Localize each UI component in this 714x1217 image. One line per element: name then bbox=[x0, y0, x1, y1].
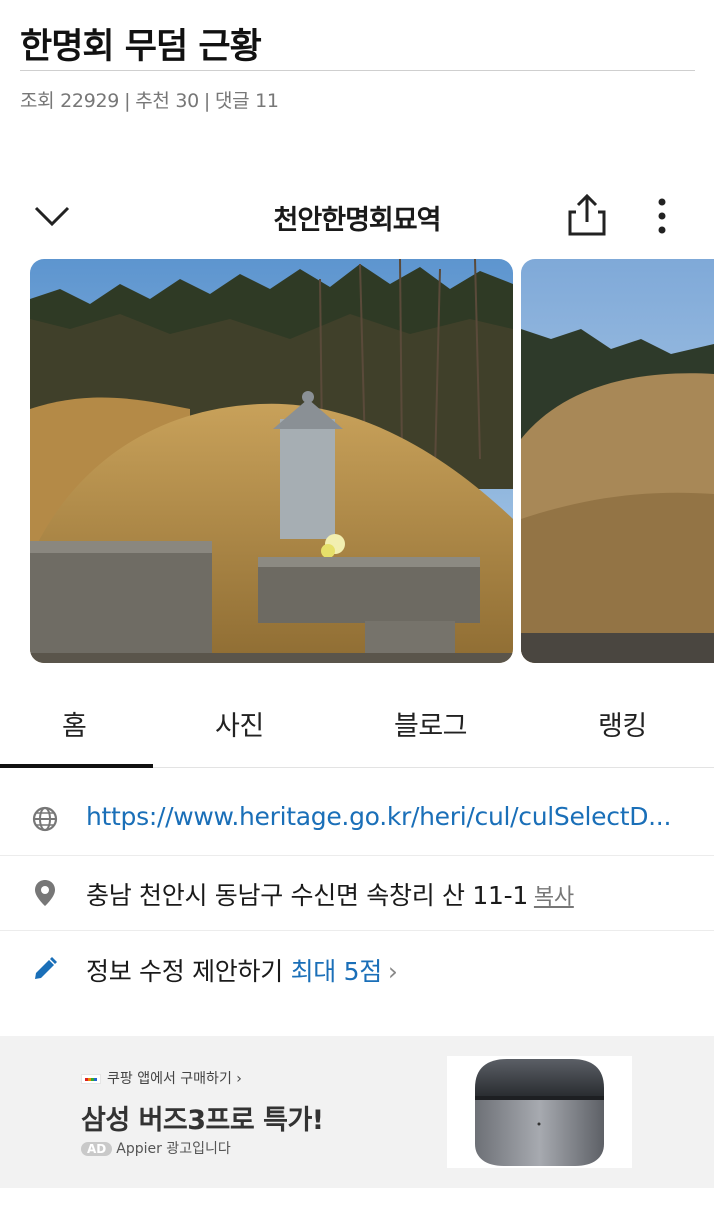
location-pin-icon bbox=[35, 880, 55, 906]
place-tabs: 홈 사진 블로그 랭킹 bbox=[0, 690, 714, 768]
ad-source[interactable]: 쿠팡 앱에서 구매하기 › bbox=[81, 1068, 242, 1088]
chevron-right-icon: › bbox=[387, 957, 398, 986]
info-row-website[interactable]: https://www.heritage.go.kr/heri/cul/culS… bbox=[0, 782, 714, 858]
website-link[interactable]: https://www.heritage.go.kr/heri/cul/culS… bbox=[86, 802, 671, 831]
meta-separator: | bbox=[124, 90, 131, 112]
share-icon[interactable] bbox=[566, 192, 608, 238]
pencil-icon bbox=[35, 957, 57, 979]
views-label: 조회 bbox=[20, 90, 55, 112]
divider bbox=[0, 930, 714, 931]
globe-icon bbox=[32, 806, 58, 832]
ad-source-text: 쿠팡 앱에서 구매하기 › bbox=[107, 1071, 242, 1087]
comments-label: 댓글 bbox=[215, 90, 250, 112]
post-meta: 조회 22929 | 추천 30 | 댓글 11 bbox=[20, 86, 279, 113]
place-header: 천안한명회묘역 bbox=[0, 188, 714, 244]
tomb-photo-secondary-image bbox=[521, 259, 714, 663]
more-vertical-icon[interactable] bbox=[648, 196, 676, 236]
ad-disclosure: AD Appier 광고입니다 bbox=[81, 1138, 231, 1158]
views-count: 22929 bbox=[60, 90, 120, 112]
likes-count: 30 bbox=[175, 90, 199, 112]
coupang-logo-icon bbox=[81, 1074, 101, 1084]
ad-banner[interactable]: 쿠팡 앱에서 구매하기 › 삼성 버즈3프로 특가! AD Appier 광고입니… bbox=[0, 1036, 714, 1188]
active-tab-indicator bbox=[0, 764, 153, 768]
ad-headline[interactable]: 삼성 버즈3프로 특가! bbox=[81, 1098, 324, 1137]
tomb-photo-secondary[interactable] bbox=[521, 259, 714, 663]
ad-product-image[interactable] bbox=[447, 1056, 632, 1168]
likes-label: 추천 bbox=[135, 90, 170, 112]
tab-photos[interactable]: 사진 bbox=[215, 704, 264, 743]
comments-count: 11 bbox=[255, 90, 279, 112]
info-row-suggest[interactable]: 정보 수정 제안하기 최대 5점 › bbox=[0, 932, 714, 1008]
address-text: 충남 천안시 동남구 수신면 속창리 산 11-1 bbox=[86, 881, 528, 910]
tomb-photo[interactable] bbox=[30, 259, 513, 663]
address-row: 충남 천안시 동남구 수신면 속창리 산 11-1 복사 bbox=[86, 876, 574, 912]
earbuds-case-icon bbox=[475, 1059, 604, 1166]
ad-badge: AD bbox=[81, 1142, 113, 1156]
ad-advertiser: Appier 광고입니다 bbox=[116, 1141, 231, 1157]
title-divider bbox=[20, 70, 695, 71]
tab-ranking[interactable]: 랭킹 bbox=[598, 704, 647, 743]
suggest-edit-row[interactable]: 정보 수정 제안하기 최대 5점 › bbox=[86, 952, 398, 988]
tomb-photo-image bbox=[30, 259, 513, 663]
suggest-reward: 최대 5점 bbox=[290, 957, 383, 986]
tab-home[interactable]: 홈 bbox=[62, 704, 87, 743]
info-row-address: 충남 천안시 동남구 수신면 속창리 산 11-1 복사 bbox=[0, 856, 714, 932]
tab-blog[interactable]: 블로그 bbox=[394, 704, 468, 743]
copy-address-button[interactable]: 복사 bbox=[534, 885, 574, 910]
post-title: 한명회 무덤 근황 bbox=[20, 27, 262, 67]
suggest-edit-label: 정보 수정 제안하기 bbox=[86, 957, 283, 986]
meta-separator: | bbox=[203, 90, 210, 112]
